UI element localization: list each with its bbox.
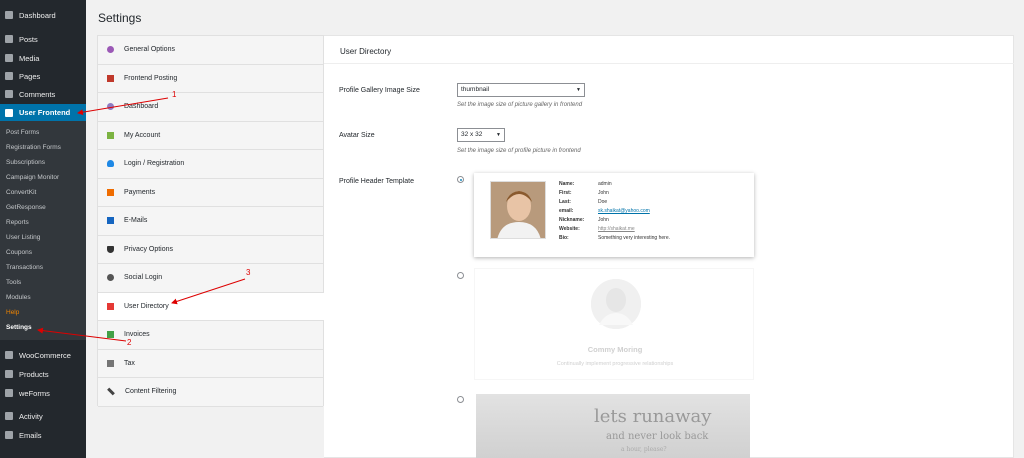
annotation-arrows	[37, 97, 246, 342]
annotation-3: 3	[246, 268, 251, 277]
annotation-1: 1	[172, 90, 177, 99]
annotation-arrow-2	[37, 327, 127, 342]
annotation-arrow-3	[171, 278, 246, 305]
annotation-2: 2	[127, 338, 132, 347]
annotation-arrow-1	[77, 97, 169, 116]
